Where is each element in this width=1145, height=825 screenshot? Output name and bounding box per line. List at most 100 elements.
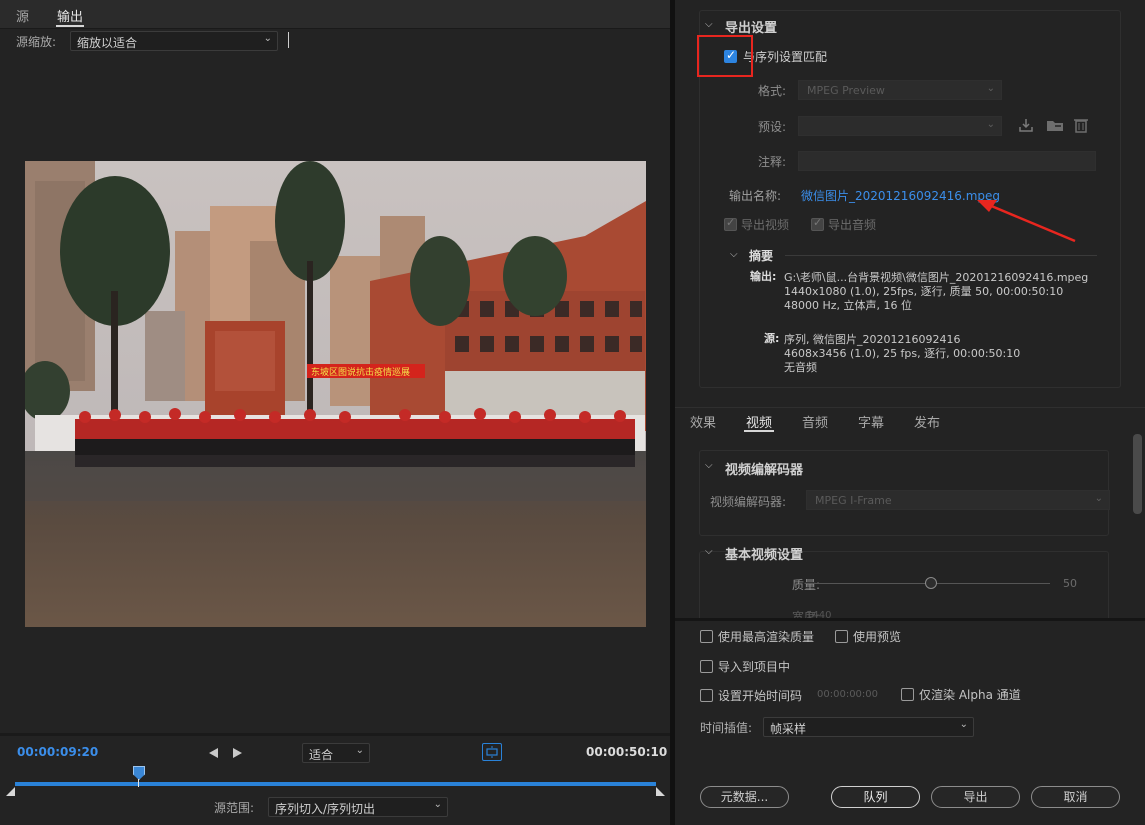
set-start-timecode-checkbox[interactable] xyxy=(700,689,713,702)
source-scale-value: 缩放以适合 xyxy=(77,36,138,50)
tab-captions[interactable]: 字幕 xyxy=(858,412,884,431)
cancel-button[interactable]: 取消 xyxy=(1031,786,1120,808)
chevron-down-icon[interactable]: ⌵ xyxy=(705,546,713,557)
comments-field[interactable] xyxy=(798,151,1096,171)
quality-label: 质量: xyxy=(792,578,821,592)
summary-source-line3: 无音频 xyxy=(784,361,817,374)
divider xyxy=(288,32,289,48)
quality-value[interactable]: 50 xyxy=(1063,577,1077,590)
video-preview-frame: 东坡区图说抗击疫情巡展 xyxy=(25,161,646,627)
max-render-quality-checkbox[interactable] xyxy=(700,630,713,643)
set-start-timecode-label: 设置开始时间码 xyxy=(718,689,803,703)
chevron-down-icon[interactable]: ⌵ xyxy=(705,460,713,471)
export-audio-label: 导出音频 xyxy=(828,218,877,232)
export-settings-panel: ⌵ 导出设置 与序列设置匹配 格式: MPEG Preview ⌄ 预设: ⌄ … xyxy=(675,0,1145,825)
source-range-value: 序列切入/序列切出 xyxy=(275,802,376,816)
export-settings-title: 导出设置 xyxy=(725,21,778,36)
preview-panel: 源 输出 源缩放: 缩放以适合 ⌄ 东坡区图说抗击疫情巡展 00:00:09:2… xyxy=(0,0,670,825)
playhead-line xyxy=(138,779,139,787)
chevron-down-icon[interactable]: ⌵ xyxy=(730,249,738,260)
render-alpha-only-label: 仅渲染 Alpha 通道 xyxy=(919,688,1021,702)
set-in-point-icon[interactable] xyxy=(209,748,218,758)
source-scale-row: 源缩放: 缩放以适合 ⌄ xyxy=(0,29,670,53)
video-codec-dropdown[interactable]: MPEG I-Frame ⌄ xyxy=(806,490,1110,510)
export-button[interactable]: 导出 xyxy=(931,786,1020,808)
chevron-down-icon: ⌄ xyxy=(355,745,364,756)
time-interpolation-dropdown[interactable]: 帧采样 ⌄ xyxy=(763,717,974,737)
render-alpha-only-checkbox[interactable] xyxy=(901,688,914,701)
zoom-fit-dropdown[interactable]: 适合 ⌄ xyxy=(302,743,370,763)
video-codec-value: MPEG I-Frame xyxy=(815,494,892,507)
current-timecode[interactable]: 00:00:09:20 xyxy=(17,745,98,759)
export-audio-checkbox[interactable] xyxy=(811,216,824,231)
summary-title: 摘要 xyxy=(749,249,774,263)
max-render-quality-label: 使用最高渲染质量 xyxy=(718,630,815,644)
tab-effects[interactable]: 效果 xyxy=(690,412,716,431)
tab-publish[interactable]: 发布 xyxy=(914,412,940,431)
in-point-marker[interactable] xyxy=(6,787,15,796)
source-range-label: 源范围: xyxy=(214,801,255,815)
start-timecode-value[interactable]: 00:00:00:00 xyxy=(817,689,878,700)
chevron-down-icon: ⌄ xyxy=(433,799,442,810)
quality-slider-thumb[interactable] xyxy=(925,577,937,589)
tab-output-underline xyxy=(56,25,84,27)
format-label: 格式: xyxy=(758,84,787,98)
video-codec-label: 视频编解码器: xyxy=(710,495,787,509)
aspect-toggle-icon[interactable] xyxy=(482,743,502,761)
metadata-button[interactable]: 元数据... xyxy=(700,786,789,808)
tab-video-underline xyxy=(744,430,774,432)
tab-source[interactable]: 源 xyxy=(16,6,29,25)
time-interpolation-label: 时间插值: xyxy=(700,721,753,735)
zoom-fit-value: 适合 xyxy=(309,748,334,762)
summary-divider xyxy=(785,255,1097,256)
save-preset-icon[interactable] xyxy=(1018,117,1034,137)
chevron-down-icon[interactable]: ⌵ xyxy=(705,19,713,30)
queue-button[interactable]: 队列 xyxy=(831,786,920,808)
tabs-top-divider xyxy=(675,407,1145,408)
chevron-down-icon: ⌄ xyxy=(986,119,995,130)
end-timecode: 00:00:50:10 xyxy=(586,745,668,759)
delete-preset-icon[interactable] xyxy=(1074,117,1088,137)
chevron-down-icon: ⌄ xyxy=(959,719,968,730)
import-preset-icon[interactable] xyxy=(1046,117,1064,137)
preset-label: 预设: xyxy=(758,120,787,134)
tab-audio[interactable]: 音频 xyxy=(802,412,828,431)
export-video-label: 导出视频 xyxy=(741,218,790,232)
preview-image: 东坡区图说抗击疫情巡展 xyxy=(25,161,646,627)
format-dropdown[interactable]: MPEG Preview ⌄ xyxy=(798,80,1002,100)
summary-source-key: 源: xyxy=(764,332,780,345)
settings-scrollbar[interactable] xyxy=(1133,434,1142,514)
summary-output-line3: 48000 Hz, 立体声, 16 位 xyxy=(784,299,913,312)
import-into-project-label: 导入到项目中 xyxy=(718,660,791,674)
import-into-project-checkbox[interactable] xyxy=(700,660,713,673)
tab-video[interactable]: 视频 xyxy=(746,412,772,431)
out-point-marker[interactable] xyxy=(656,787,665,796)
output-name-label: 输出名称: xyxy=(729,189,782,203)
comments-label: 注释: xyxy=(758,155,787,169)
banner-text: 东坡区图说抗击疫情巡展 xyxy=(311,366,410,378)
use-previews-checkbox[interactable] xyxy=(835,630,848,643)
chevron-down-icon: ⌄ xyxy=(263,33,272,44)
source-scale-dropdown[interactable]: 缩放以适合 ⌄ xyxy=(70,31,278,51)
chevron-down-icon: ⌄ xyxy=(986,83,995,94)
match-sequence-label: 与序列设置匹配 xyxy=(743,50,828,64)
time-interpolation-value: 帧采样 xyxy=(770,722,807,736)
video-codec-title: 视频编解码器 xyxy=(725,463,804,478)
timeline-track[interactable] xyxy=(15,782,656,786)
chevron-down-icon: ⌄ xyxy=(1094,493,1103,504)
use-previews-label: 使用预览 xyxy=(853,630,902,644)
summary-source-line2: 4608x3456 (1.0), 25 fps, 逐行, 00:00:50:10 xyxy=(784,347,1021,360)
annotation-arrow-icon xyxy=(977,200,1076,243)
summary-output-key: 输出: xyxy=(750,270,777,283)
basic-video-title: 基本视频设置 xyxy=(725,548,804,563)
annotation-highlight-box xyxy=(697,35,753,77)
source-scale-label: 源缩放: xyxy=(16,35,57,49)
output-name-link[interactable]: 微信图片_20201216092416.mpeg xyxy=(801,187,1000,204)
export-video-checkbox[interactable] xyxy=(724,216,737,231)
source-range-dropdown[interactable]: 序列切入/序列切出 ⌄ xyxy=(268,797,448,817)
preset-dropdown[interactable]: ⌄ xyxy=(798,116,1002,136)
tab-output[interactable]: 输出 xyxy=(57,6,83,25)
set-out-point-icon[interactable] xyxy=(233,748,242,758)
format-value: MPEG Preview xyxy=(807,84,885,97)
preview-tabs: 源 输出 xyxy=(0,0,670,29)
